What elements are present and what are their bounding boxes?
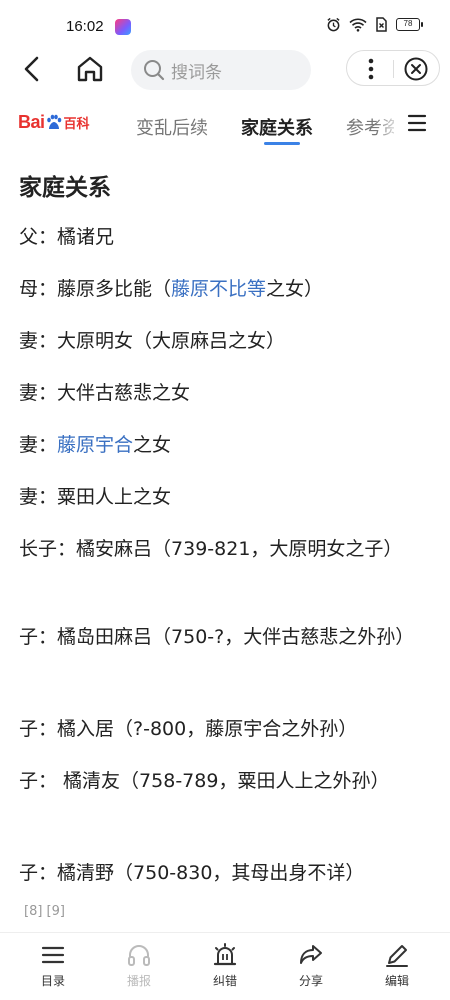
- relation-text: 橘岛田麻吕（750-?，大伴古慈悲之外孙）: [57, 626, 415, 648]
- section-title: 家庭关系: [19, 175, 111, 201]
- tab-fade-overlay: [376, 100, 402, 150]
- edit-label: 编辑: [384, 974, 409, 988]
- home-button[interactable]: [74, 53, 106, 85]
- relation-text: 橘清友（758-789，粟田人上之外孙）: [57, 770, 390, 792]
- close-button[interactable]: [403, 56, 429, 82]
- alarm-icon: [327, 17, 340, 32]
- battery-indicator: 78: [396, 18, 423, 31]
- status-time: 16:02: [66, 18, 104, 35]
- share-label: 分享: [298, 974, 323, 988]
- listen-button[interactable]: 播报: [109, 941, 169, 989]
- logo-text-baike: 百科: [63, 117, 90, 132]
- capsule-divider: [393, 60, 394, 78]
- relation-text: 橘安麻吕（739-821，大原明女之子）: [76, 538, 403, 560]
- link-fujiwara-fuhito[interactable]: 藤原不比等: [171, 278, 266, 300]
- relation-eldest-son: 长子：橘安麻吕（739-821，大原明女之子）: [19, 532, 439, 567]
- toc-label: 目录: [40, 974, 65, 988]
- baidu-baike-logo[interactable]: Bai du 百科: [18, 112, 90, 133]
- relation-role: 子：: [19, 718, 58, 740]
- link-fujiwara-umakai[interactable]: 藤原宇合: [57, 434, 133, 456]
- toc-button[interactable]: 目录: [23, 941, 83, 989]
- bottom-toolbar: 目录 播报 纠错 分享 编辑: [0, 932, 450, 1000]
- logo-text-bai: Bai: [18, 112, 45, 132]
- relation-text: 大原明女（大原麻吕之女）: [57, 330, 286, 352]
- status-icons: 78: [326, 17, 423, 32]
- tab-aftermath[interactable]: 变乱后续: [136, 114, 208, 140]
- relation-text: 粟田人上之女: [57, 486, 172, 508]
- relation-father: 父：橘诸兄: [19, 220, 439, 255]
- relation-text: 大伴古慈悲之女: [57, 382, 191, 404]
- relation-son-4: 子：橘清野（750-830，其母出身不详）: [19, 856, 439, 891]
- back-button[interactable]: [18, 54, 48, 84]
- relation-son-2: 子：橘入居（?-800，藤原宇合之外孙）: [19, 712, 439, 747]
- relation-son-3: 子： 橘清友（758-789，粟田人上之外孙）: [19, 764, 439, 799]
- pen-icon: [386, 945, 408, 967]
- relation-wife-3: 妻：藤原宇合之女: [19, 428, 439, 463]
- no-sim-icon: [376, 17, 387, 32]
- search-icon: [144, 60, 165, 81]
- relation-text: 藤原多比能（: [57, 278, 172, 300]
- menu-icon[interactable]: [406, 112, 428, 134]
- reference-markers[interactable]: [8] [9]: [24, 904, 65, 919]
- list-icon: [41, 946, 65, 964]
- relation-text: 橘诸兄: [57, 226, 115, 248]
- share-icon: [300, 945, 322, 964]
- active-tab-indicator: [264, 142, 300, 145]
- headphones-icon: [128, 945, 150, 966]
- relation-role: 长子：: [19, 538, 77, 560]
- status-bar: 16:02 78: [0, 0, 450, 40]
- paw-icon: [46, 114, 61, 129]
- search-placeholder: 搜词条: [171, 62, 222, 83]
- relation-role: 子：: [19, 626, 58, 648]
- edit-button[interactable]: 编辑: [367, 941, 427, 989]
- relation-role: 子：: [19, 770, 58, 792]
- tab-family[interactable]: 家庭关系: [241, 114, 313, 140]
- relation-text: 橘清野（750-830，其母出身不详）: [57, 862, 365, 884]
- wifi-icon: [349, 18, 367, 32]
- search-input[interactable]: 搜词条: [131, 50, 311, 90]
- share-button[interactable]: 分享: [281, 941, 341, 989]
- nav-bar: 搜词条: [0, 44, 450, 96]
- relation-wife-1: 妻：大原明女（大原麻吕之女）: [19, 324, 439, 359]
- relation-role: 妻：: [19, 330, 58, 352]
- relation-text: 橘入居（?-800，藤原宇合之外孙）: [57, 718, 358, 740]
- app-notification-icon: [115, 19, 131, 35]
- mini-program-capsule: [346, 50, 440, 86]
- more-options-button[interactable]: [359, 55, 383, 83]
- relation-text: 之女）: [266, 278, 324, 300]
- relation-role: 母：: [19, 278, 58, 300]
- relation-wife-2: 妻：大伴古慈悲之女: [19, 376, 439, 411]
- relation-text: 之女: [133, 434, 172, 456]
- section-tab-bar: Bai du 百科 变乱后续 家庭关系 参考资料: [0, 100, 450, 150]
- listen-label: 播报: [126, 974, 151, 988]
- report-error-label: 纠错: [212, 974, 237, 988]
- relation-role: 父：: [19, 226, 58, 248]
- relation-son-1: 子：橘岛田麻吕（750-?，大伴古慈悲之外孙）: [19, 620, 439, 655]
- relation-role: 妻：: [19, 382, 58, 404]
- alarm-light-icon: [213, 943, 237, 966]
- report-error-button[interactable]: 纠错: [195, 941, 255, 989]
- relation-wife-4: 妻：粟田人上之女: [19, 480, 439, 515]
- relation-role: 妻：: [19, 434, 58, 456]
- relation-role: 子：: [19, 862, 58, 884]
- relation-mother: 母：藤原多比能（藤原不比等之女）: [19, 272, 439, 307]
- relation-role: 妻：: [19, 486, 58, 508]
